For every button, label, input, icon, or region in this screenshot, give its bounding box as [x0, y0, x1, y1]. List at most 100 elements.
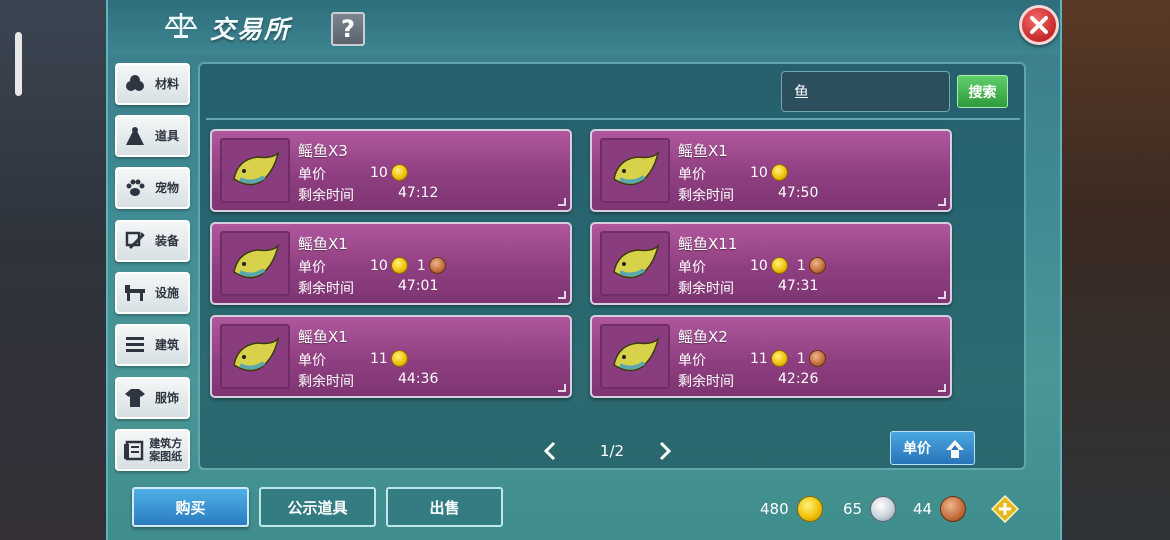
building-icon: [123, 333, 147, 357]
stingray-icon: [600, 138, 670, 203]
scroll-indicator[interactable]: [15, 32, 22, 96]
time-remaining: 47:50: [778, 185, 819, 201]
gold-coin-icon: [390, 350, 408, 367]
silver-amount: 65: [843, 500, 863, 518]
sidebar-item-blueprint[interactable]: 建筑方案图纸: [115, 429, 190, 471]
bronze-balance: 44: [913, 496, 969, 522]
corner-icon: [938, 291, 946, 299]
sidebar-item-materials[interactable]: 材料: [115, 63, 190, 105]
price-label: 单价: [298, 353, 326, 369]
gold-price: 11: [370, 350, 388, 367]
page-title: 交易所: [210, 15, 292, 44]
sidebar-item-label: 道具: [155, 129, 180, 143]
sidebar-item-facility[interactable]: 设施: [115, 272, 190, 314]
time-remaining-label: 剩余时间: [678, 281, 734, 297]
plus-icon: [991, 495, 1019, 523]
listing-name: 鳐鱼X3: [298, 142, 348, 160]
sidebar-item-label: 宠物: [155, 181, 180, 195]
background-scene-right: [1062, 0, 1170, 540]
price-value: 10 1: [370, 257, 449, 274]
bronze-price: 1: [796, 257, 806, 274]
stingray-icon: [600, 324, 670, 389]
price-value: 11 1: [750, 350, 829, 367]
scales-icon: [164, 8, 198, 42]
close-button[interactable]: [1019, 5, 1059, 45]
props-icon: [123, 124, 147, 148]
help-button[interactable]: ?: [331, 12, 365, 46]
sidebar-item-building[interactable]: 建筑: [115, 324, 190, 366]
time-remaining: 47:01: [398, 278, 439, 294]
listing-card[interactable]: 鳐鱼X1 单价 10 剩余时间 47:50: [590, 129, 952, 212]
bronze-amount: 44: [913, 500, 933, 518]
tab-public-items[interactable]: 公示道具: [259, 487, 376, 527]
tab-sell[interactable]: 出售: [386, 487, 503, 527]
listing-card[interactable]: 鳐鱼X11 单价 10 1 剩余时间 47:31: [590, 222, 952, 305]
sidebar-item-label: 设施: [155, 286, 180, 300]
sidebar-item-label: 建筑方案图纸: [149, 437, 183, 463]
equipment-icon: [123, 229, 147, 253]
listing-card[interactable]: 鳐鱼X1 单价 10 1 剩余时间 47:01: [210, 222, 572, 305]
sort-by-price-button[interactable]: 单价: [890, 431, 975, 465]
stingray-icon: [600, 231, 670, 296]
sidebar-item-label: 材料: [155, 77, 180, 91]
stingray-icon: [220, 324, 290, 389]
gold-price: 10: [370, 257, 388, 274]
listing-card[interactable]: 鳐鱼X1 单价 11 剩余时间 44:36: [210, 315, 572, 398]
listing-name: 鳐鱼X1: [298, 235, 348, 253]
time-remaining-label: 剩余时间: [678, 374, 734, 390]
corner-icon: [558, 384, 566, 392]
sidebar-item-equipment[interactable]: 装备: [115, 220, 190, 262]
price-label: 单价: [678, 167, 706, 183]
add-currency-button[interactable]: [991, 495, 1019, 523]
price-label: 单价: [678, 353, 706, 369]
price-value: 11: [370, 350, 411, 367]
time-remaining-label: 剩余时间: [298, 374, 354, 390]
stingray-icon: [220, 231, 290, 296]
gold-coin-icon: [390, 257, 408, 274]
gold-price: 10: [750, 257, 768, 274]
listing-card[interactable]: 鳐鱼X3 单价 10 剩余时间 47:12: [210, 129, 572, 212]
materials-icon: [123, 72, 147, 96]
divider: [206, 118, 1020, 120]
bronze-price: 1: [416, 257, 426, 274]
gold-price: 10: [370, 164, 388, 181]
sidebar-item-label: 装备: [155, 234, 180, 248]
price-label: 单价: [678, 260, 706, 276]
search-button[interactable]: 搜索: [957, 75, 1008, 108]
price-label: 单价: [298, 167, 326, 183]
corner-icon: [938, 384, 946, 392]
gold-price: 10: [750, 164, 768, 181]
listing-name: 鳐鱼X11: [678, 235, 738, 253]
gold-coin-icon: [770, 164, 788, 181]
corner-icon: [558, 291, 566, 299]
price-label: 单价: [298, 260, 326, 276]
bronze-coin-icon: [940, 496, 967, 522]
time-remaining: 47:31: [778, 278, 819, 294]
sidebar-item-clothing[interactable]: 服饰: [115, 377, 190, 419]
gold-amount: 480: [760, 500, 789, 518]
facility-icon: [123, 281, 147, 305]
time-remaining: 47:12: [398, 185, 439, 201]
tab-buy[interactable]: 购买: [132, 487, 249, 527]
blueprint-icon: [123, 438, 145, 462]
price-value: 10 1: [750, 257, 829, 274]
listing-card[interactable]: 鳐鱼X2 单价 11 1 剩余时间 42:26: [590, 315, 952, 398]
time-remaining-label: 剩余时间: [298, 281, 354, 297]
corner-icon: [558, 198, 566, 206]
time-remaining-label: 剩余时间: [298, 188, 354, 204]
bronze-price: 1: [796, 350, 806, 367]
next-page-button[interactable]: [655, 439, 675, 463]
pet-paw-icon: [123, 176, 147, 200]
chevron-right-icon: [659, 441, 672, 461]
sidebar-item-pets[interactable]: 宠物: [115, 167, 190, 209]
gold-balance: 480: [760, 496, 826, 522]
previous-page-button[interactable]: [540, 439, 560, 463]
gold-coin-icon: [390, 164, 408, 181]
search-input[interactable]: [781, 71, 950, 112]
listing-name: 鳐鱼X1: [678, 142, 728, 160]
sidebar-item-label: 建筑: [155, 338, 180, 352]
sidebar-item-props[interactable]: 道具: [115, 115, 190, 157]
listing-name: 鳐鱼X1: [298, 328, 348, 346]
sort-arrow-icon: [944, 438, 966, 464]
stingray-icon: [220, 138, 290, 203]
